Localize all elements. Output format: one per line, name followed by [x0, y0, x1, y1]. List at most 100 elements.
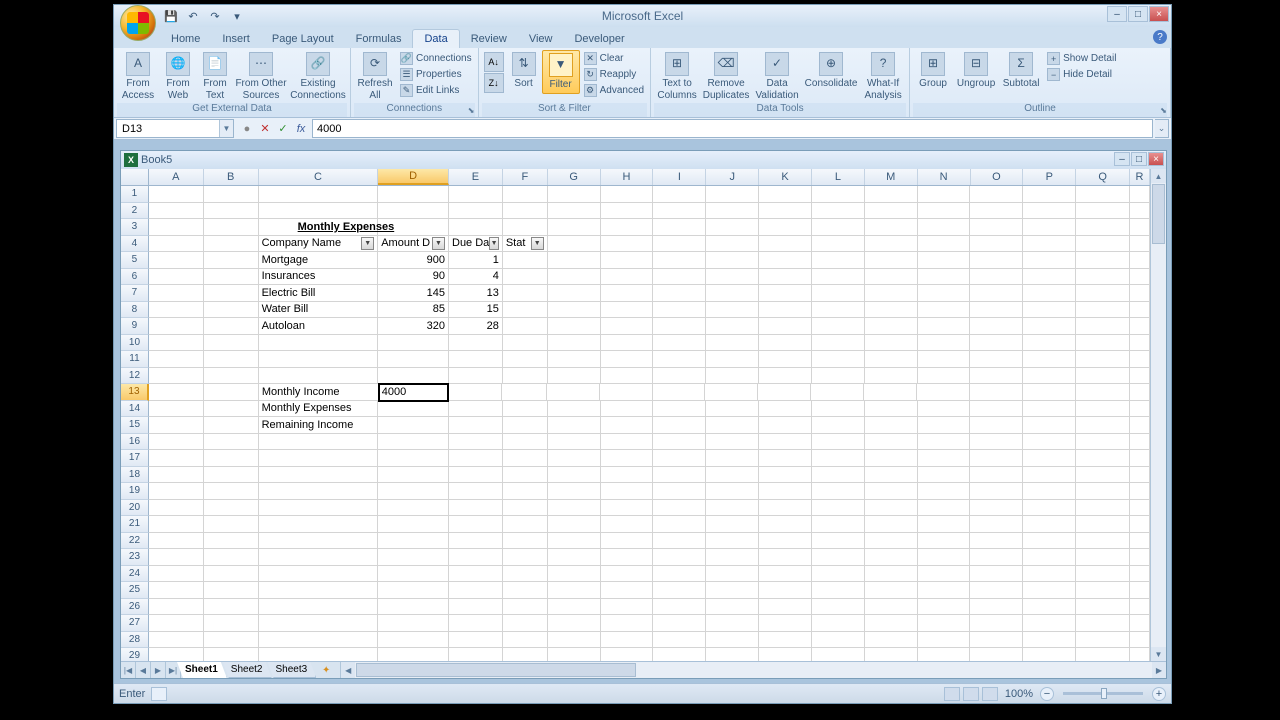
cell-H14[interactable] — [601, 401, 654, 418]
cell-J24[interactable] — [706, 566, 759, 583]
cell-N5[interactable] — [918, 252, 971, 269]
cell-A26[interactable] — [149, 599, 204, 616]
cell-R18[interactable] — [1130, 467, 1150, 484]
cell-K5[interactable] — [759, 252, 812, 269]
cell-J20[interactable] — [706, 500, 759, 517]
cell-R21[interactable] — [1130, 516, 1150, 533]
tab-insert[interactable]: Insert — [211, 30, 261, 48]
cell-M16[interactable] — [865, 434, 918, 451]
cell-P20[interactable] — [1023, 500, 1076, 517]
cell-L13[interactable] — [811, 384, 864, 401]
cell-I28[interactable] — [653, 632, 706, 649]
cell-I6[interactable] — [653, 269, 706, 286]
row-header-9[interactable]: 9 — [121, 318, 149, 335]
cell-N28[interactable] — [918, 632, 971, 649]
cell-F10[interactable] — [503, 335, 548, 352]
cell-J26[interactable] — [706, 599, 759, 616]
cell-P17[interactable] — [1023, 450, 1076, 467]
cell-I9[interactable] — [653, 318, 706, 335]
cell-C23[interactable] — [259, 549, 379, 566]
cell-J17[interactable] — [706, 450, 759, 467]
cell-J7[interactable] — [706, 285, 759, 302]
help-icon[interactable]: ? — [1153, 30, 1167, 44]
cell-K15[interactable] — [759, 417, 812, 434]
cell-D17[interactable] — [378, 450, 449, 467]
cell-R15[interactable] — [1130, 417, 1150, 434]
cell-C19[interactable] — [259, 483, 379, 500]
cell-A9[interactable] — [149, 318, 204, 335]
cell-R16[interactable] — [1130, 434, 1150, 451]
row-header-25[interactable]: 25 — [121, 582, 149, 599]
tab-page-layout[interactable]: Page Layout — [261, 30, 345, 48]
cell-I13[interactable] — [653, 384, 706, 401]
cell-D19[interactable] — [378, 483, 449, 500]
cell-A18[interactable] — [149, 467, 204, 484]
cell-E19[interactable] — [449, 483, 503, 500]
cell-C17[interactable] — [259, 450, 379, 467]
cell-L19[interactable] — [812, 483, 865, 500]
cell-M23[interactable] — [865, 549, 918, 566]
cell-N12[interactable] — [918, 368, 971, 385]
cell-F22[interactable] — [503, 533, 548, 550]
cell-H20[interactable] — [601, 500, 654, 517]
cell-L1[interactable] — [812, 186, 865, 203]
book-minimize[interactable]: – — [1114, 152, 1130, 166]
cell-I5[interactable] — [653, 252, 706, 269]
cell-M24[interactable] — [865, 566, 918, 583]
cell-G16[interactable] — [548, 434, 601, 451]
cell-J23[interactable] — [706, 549, 759, 566]
cell-N14[interactable] — [918, 401, 971, 418]
cell-A8[interactable] — [149, 302, 204, 319]
row-header-29[interactable]: 29 — [121, 648, 149, 661]
cell-B13[interactable] — [204, 384, 259, 401]
cell-N11[interactable] — [918, 351, 971, 368]
cell-O8[interactable] — [970, 302, 1023, 319]
cell-E5[interactable]: 1 — [449, 252, 503, 269]
cell-F20[interactable] — [503, 500, 548, 517]
cell-G25[interactable] — [548, 582, 601, 599]
cell-A16[interactable] — [149, 434, 204, 451]
cell-N21[interactable] — [918, 516, 971, 533]
cell-J29[interactable] — [706, 648, 759, 661]
book-close[interactable]: × — [1148, 152, 1164, 166]
cell-K25[interactable] — [759, 582, 812, 599]
cell-F6[interactable] — [503, 269, 548, 286]
cell-E6[interactable]: 4 — [449, 269, 503, 286]
cell-K7[interactable] — [759, 285, 812, 302]
cell-B17[interactable] — [204, 450, 259, 467]
cell-O25[interactable] — [970, 582, 1023, 599]
cell-R20[interactable] — [1130, 500, 1150, 517]
hide-detail-button[interactable]: −Hide Detail — [1044, 67, 1119, 82]
cell-D4[interactable]: Amount D▼ — [378, 236, 449, 253]
cell-M28[interactable] — [865, 632, 918, 649]
cell-A10[interactable] — [149, 335, 204, 352]
cell-D8[interactable]: 85 — [378, 302, 449, 319]
normal-view-button[interactable] — [944, 687, 960, 701]
from-other-sources-button[interactable]: ⋯From Other Sources — [234, 50, 288, 103]
cell-D14[interactable] — [378, 401, 449, 418]
cell-G24[interactable] — [548, 566, 601, 583]
cell-F21[interactable] — [503, 516, 548, 533]
cell-N22[interactable] — [918, 533, 971, 550]
cell-E2[interactable] — [449, 203, 503, 220]
cell-K6[interactable] — [759, 269, 812, 286]
cell-A17[interactable] — [149, 450, 204, 467]
cell-D29[interactable] — [378, 648, 449, 661]
zoom-slider[interactable] — [1063, 692, 1143, 695]
cell-E1[interactable] — [449, 186, 503, 203]
cell-E3[interactable] — [449, 219, 503, 236]
cell-O7[interactable] — [970, 285, 1023, 302]
cell-G23[interactable] — [548, 549, 601, 566]
cell-M12[interactable] — [865, 368, 918, 385]
cell-P25[interactable] — [1023, 582, 1076, 599]
cell-R7[interactable] — [1130, 285, 1150, 302]
cell-L2[interactable] — [812, 203, 865, 220]
formula-cancel-button[interactable]: ✕ — [257, 121, 273, 137]
row-header-5[interactable]: 5 — [121, 252, 149, 269]
column-header-F[interactable]: F — [503, 169, 548, 185]
cell-G20[interactable] — [548, 500, 601, 517]
formula-input[interactable]: 4000 — [312, 119, 1153, 138]
vertical-scrollbar[interactable]: ▲ ▼ — [1150, 169, 1166, 661]
cell-C29[interactable] — [259, 648, 379, 661]
cell-H2[interactable] — [601, 203, 654, 220]
